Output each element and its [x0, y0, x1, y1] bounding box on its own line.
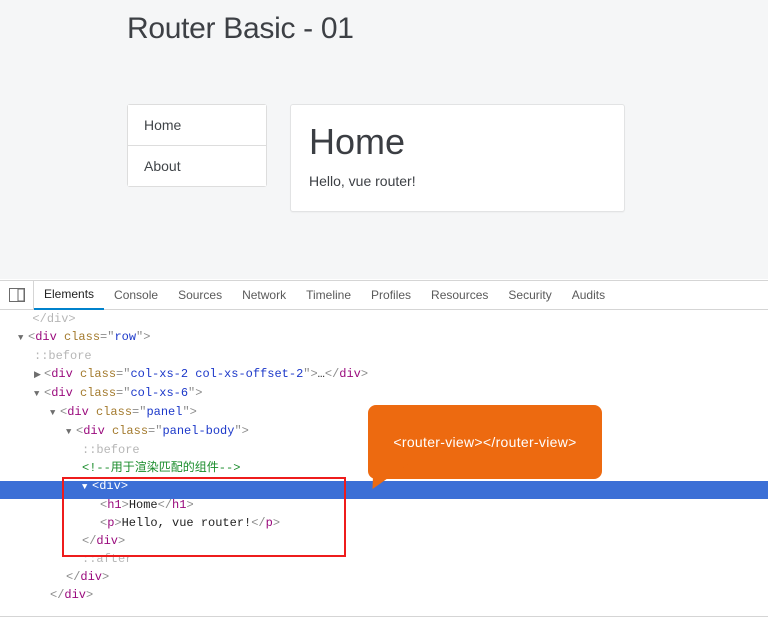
- dom-close-div[interactable]: </div>: [0, 532, 768, 550]
- tab-audits[interactable]: Audits: [562, 281, 615, 310]
- page-title: Router Basic - 01: [127, 12, 354, 46]
- dom-text: </div>: [18, 312, 76, 326]
- dom-close-panel[interactable]: </div>: [0, 586, 768, 604]
- tab-sources[interactable]: Sources: [168, 281, 232, 310]
- annotation-callout: <router-view></router-view>: [368, 405, 602, 479]
- tab-resources[interactable]: Resources: [421, 281, 498, 310]
- dom-pseudo-before-2: ::before: [82, 443, 140, 457]
- devtools-tabs: Elements Console Sources Network Timelin…: [0, 281, 768, 310]
- dom-node-col1[interactable]: <div class="col-xs-2 col-xs-offset-2">…<…: [0, 365, 768, 384]
- dom-node-p[interactable]: <p>Hello, vue router!</p>: [0, 514, 768, 532]
- dom-node-h1[interactable]: <h1>Home</h1>: [0, 496, 768, 514]
- nav-item-about[interactable]: About: [128, 146, 266, 186]
- devtools-panel: Elements Console Sources Network Timelin…: [0, 280, 768, 617]
- tab-timeline[interactable]: Timeline: [296, 281, 361, 310]
- dom-node-col2[interactable]: <div class="col-xs-6">: [0, 384, 768, 403]
- tab-network[interactable]: Network: [232, 281, 296, 310]
- nav-list: Home About: [127, 104, 267, 187]
- dock-icon[interactable]: [0, 281, 34, 310]
- dom-comment: <!--用于渲染匹配的组件-->: [82, 461, 240, 475]
- panel-text: Hello, vue router!: [309, 173, 606, 189]
- dom-node-row[interactable]: <div class="row">: [0, 328, 768, 347]
- panel-heading: Home: [309, 121, 606, 163]
- dom-pseudo-before: ::before: [34, 349, 92, 363]
- dom-close-panelbody[interactable]: </div>: [0, 568, 768, 586]
- tab-console[interactable]: Console: [104, 281, 168, 310]
- devtools-dom-tree[interactable]: </div> <div class="row"> ::before <div c…: [0, 310, 768, 617]
- dom-pseudo-after: ::after: [82, 552, 132, 566]
- content-panel: Home Hello, vue router!: [290, 104, 625, 212]
- app-preview-area: Router Basic - 01 Home About Home Hello,…: [0, 0, 768, 279]
- callout-text: <router-view></router-view>: [393, 433, 576, 451]
- tab-profiles[interactable]: Profiles: [361, 281, 421, 310]
- nav-item-home[interactable]: Home: [128, 105, 266, 146]
- tab-elements[interactable]: Elements: [34, 281, 104, 310]
- tab-security[interactable]: Security: [498, 281, 561, 310]
